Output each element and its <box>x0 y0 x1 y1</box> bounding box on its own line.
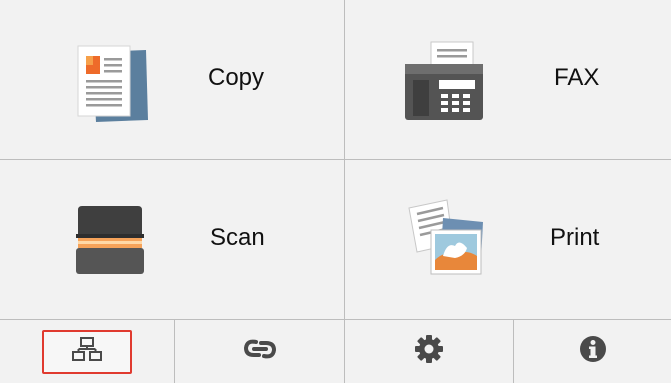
fax-label: FAX <box>554 64 600 91</box>
print-label: Print <box>550 224 600 251</box>
copy-label: Copy <box>208 64 265 91</box>
network-selection-frame <box>42 329 132 374</box>
fax-machine-icon <box>403 40 485 129</box>
network-button[interactable] <box>0 320 174 383</box>
print-tile[interactable]: Print <box>345 160 671 319</box>
scanner-icon <box>74 204 146 283</box>
link-icon <box>243 337 277 366</box>
wireless-connect-button[interactable] <box>175 320 344 383</box>
network-icon <box>72 337 102 366</box>
info-button[interactable] <box>514 320 671 383</box>
gear-icon <box>414 334 444 369</box>
scan-tile[interactable]: Scan <box>0 160 344 319</box>
copy-tile[interactable]: Copy <box>0 0 344 159</box>
scan-label: Scan <box>210 224 265 251</box>
print-photo-icon <box>403 198 485 285</box>
home-screen: Copy FAX Scan Print <box>0 0 671 383</box>
settings-button[interactable] <box>345 320 513 383</box>
copy-document-icon <box>76 44 152 129</box>
fax-tile[interactable]: FAX <box>345 0 671 159</box>
info-icon <box>578 334 608 369</box>
